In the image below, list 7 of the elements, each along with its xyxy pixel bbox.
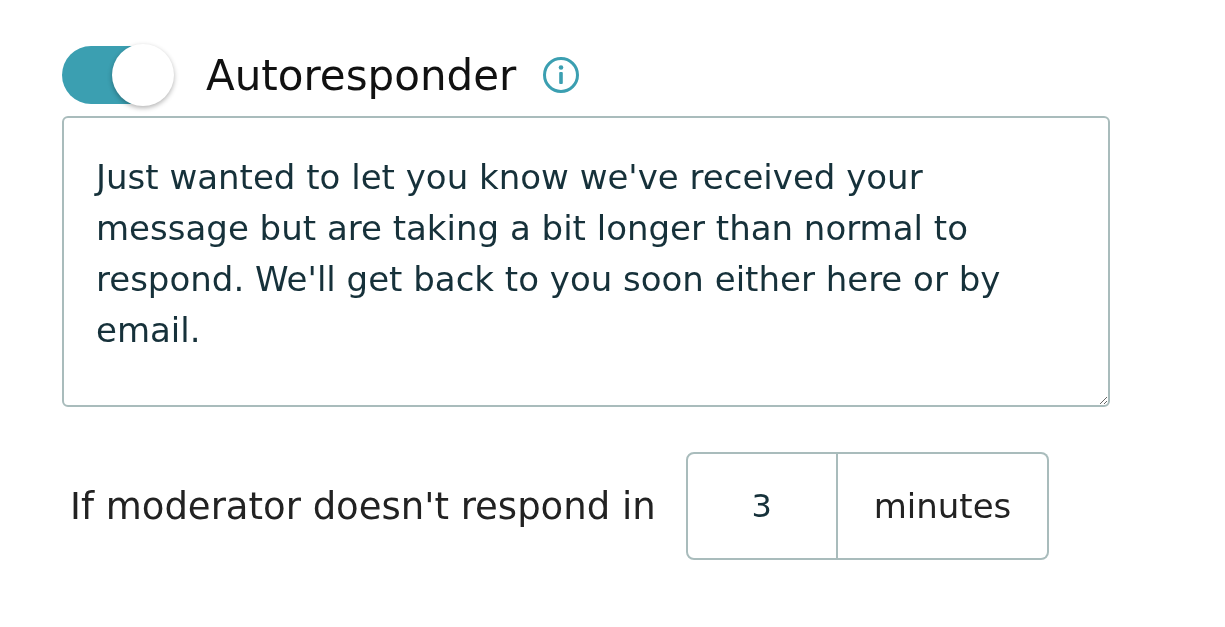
section-title: Autoresponder <box>206 50 517 100</box>
toggle-switch[interactable] <box>62 46 172 104</box>
info-icon[interactable] <box>542 56 581 94</box>
minutes-field[interactable]: 3 <box>685 452 838 560</box>
delay-label: If moderator doesn't respond in <box>70 484 656 528</box>
unit-label: minutes <box>837 452 1050 560</box>
message-field[interactable]: Just wanted to let you know we've received your message but are taking a bit longer than normal to respond. We'll get back to you soon either here or by email. <box>62 116 1110 407</box>
